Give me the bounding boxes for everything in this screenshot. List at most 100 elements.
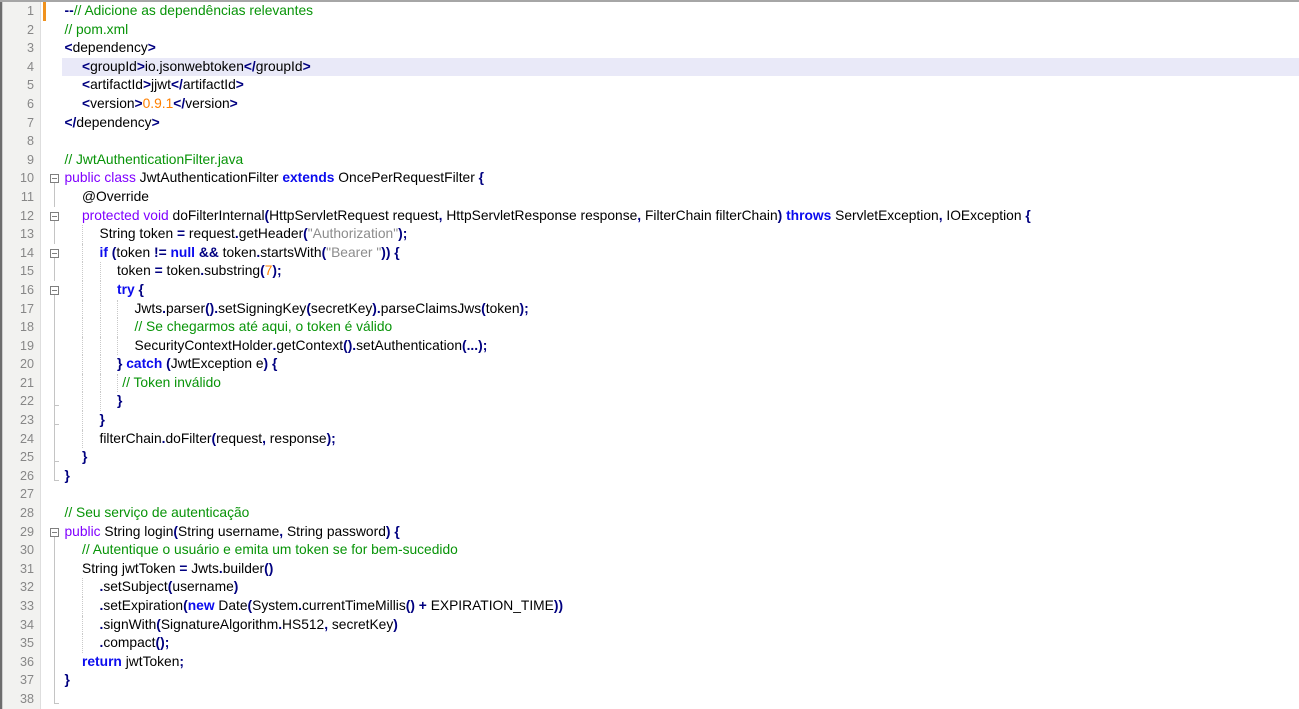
code-line[interactable]: 19 SecurityContextHolder.getContext().set… bbox=[3, 337, 1299, 356]
code-line-text[interactable]: filterChain.doFilter(request, response); bbox=[62, 430, 1299, 449]
line-number[interactable]: 3 bbox=[3, 39, 41, 58]
line-number[interactable]: 37 bbox=[3, 671, 41, 690]
code-line-text[interactable]: SecurityContextHolder.getContext().setAu… bbox=[62, 337, 1299, 356]
line-number[interactable]: 35 bbox=[3, 634, 41, 653]
line-number[interactable]: 23 bbox=[3, 411, 41, 430]
line-number[interactable]: 22 bbox=[3, 392, 41, 411]
line-number[interactable]: 2 bbox=[3, 21, 41, 40]
code-line-text[interactable]: <dependency> bbox=[62, 39, 1299, 58]
line-number[interactable]: 14 bbox=[3, 244, 41, 263]
code-line-text[interactable]: String jwtToken = Jwts.builder() bbox=[62, 560, 1299, 579]
code-line[interactable]: 30 // Autentique o usuário e emita um tok… bbox=[3, 541, 1299, 560]
line-number[interactable]: 24 bbox=[3, 430, 41, 449]
code-line-text[interactable]: --// Adicione as dependências relevantes bbox=[62, 2, 1299, 21]
line-number[interactable]: 17 bbox=[3, 300, 41, 319]
line-number[interactable]: 6 bbox=[3, 95, 41, 114]
line-number[interactable]: 1 bbox=[3, 2, 41, 21]
code-line[interactable]: 36return jwtToken; bbox=[3, 653, 1299, 672]
line-number[interactable]: 34 bbox=[3, 616, 41, 635]
code-line-text[interactable]: .signWith(SignatureAlgorithm.HS512, secr… bbox=[62, 616, 1299, 635]
line-number[interactable]: 38 bbox=[3, 690, 41, 709]
line-number[interactable]: 10 bbox=[3, 169, 41, 188]
line-number[interactable]: 31 bbox=[3, 560, 41, 579]
fold-collapse-icon[interactable] bbox=[50, 286, 59, 295]
code-line-text[interactable]: <groupId>io.jsonwebtoken</groupId> bbox=[62, 58, 1299, 77]
code-line-text[interactable]: try { bbox=[62, 281, 1299, 300]
code-line[interactable]: 21 // Token inválido bbox=[3, 374, 1299, 393]
code-line-text[interactable]: // JwtAuthenticationFilter.java bbox=[62, 151, 1299, 170]
code-line-text[interactable]: } bbox=[62, 671, 1299, 690]
line-number[interactable]: 25 bbox=[3, 448, 41, 467]
fold-collapse-icon[interactable] bbox=[50, 174, 59, 183]
code-line[interactable]: 15 token = token.substring(7); bbox=[3, 262, 1299, 281]
code-line-text[interactable]: // Autentique o usuário e emita um token… bbox=[62, 541, 1299, 560]
line-number[interactable]: 21 bbox=[3, 374, 41, 393]
code-line[interactable]: 1 --// Adicione as dependências relevante… bbox=[3, 2, 1299, 21]
line-number[interactable]: 11 bbox=[3, 188, 41, 207]
code-line[interactable]: 9 // JwtAuthenticationFilter.java bbox=[3, 151, 1299, 170]
code-line[interactable]: 11@Override bbox=[3, 188, 1299, 207]
code-line[interactable]: 8 bbox=[3, 132, 1299, 151]
code-line-text[interactable]: <artifactId>jjwt</artifactId> bbox=[62, 76, 1299, 95]
code-line[interactable]: 24 filterChain.doFilter(request, response… bbox=[3, 430, 1299, 449]
code-line[interactable]: 28// Seu serviço de autenticação bbox=[3, 504, 1299, 523]
code-line[interactable]: 18// Se chegarmos até aqui, o token é vá… bbox=[3, 318, 1299, 337]
code-line[interactable]: 3 <dependency> bbox=[3, 39, 1299, 58]
line-number[interactable]: 19 bbox=[3, 337, 41, 356]
code-line-text[interactable] bbox=[62, 132, 1299, 151]
code-line[interactable]: 23} bbox=[3, 411, 1299, 430]
line-number[interactable]: 9 bbox=[3, 151, 41, 170]
line-number[interactable]: 12 bbox=[3, 207, 41, 226]
line-number[interactable]: 27 bbox=[3, 485, 41, 504]
code-line[interactable]: 38 bbox=[3, 690, 1299, 709]
code-line[interactable]: 35 .compact(); bbox=[3, 634, 1299, 653]
code-line-text[interactable] bbox=[62, 690, 1299, 709]
code-line[interactable]: 2// pom.xml bbox=[3, 21, 1299, 40]
line-number[interactable]: 30 bbox=[3, 541, 41, 560]
code-line[interactable]: 33.setExpiration(new Date(System.current… bbox=[3, 597, 1299, 616]
line-number[interactable]: 13 bbox=[3, 225, 41, 244]
code-line[interactable]: 7 </dependency> bbox=[3, 114, 1299, 133]
code-line-text[interactable]: // Seu serviço de autenticação bbox=[62, 504, 1299, 523]
line-number[interactable]: 20 bbox=[3, 355, 41, 374]
code-line[interactable]: 29 public String login(String username, S… bbox=[3, 523, 1299, 542]
line-number[interactable]: 4 bbox=[3, 58, 41, 77]
code-line-text[interactable]: } bbox=[62, 411, 1299, 430]
code-line-text[interactable]: public String login(String username, Str… bbox=[62, 523, 1299, 542]
code-line[interactable]: 37} bbox=[3, 671, 1299, 690]
line-number[interactable]: 15 bbox=[3, 262, 41, 281]
code-line[interactable]: 6 <version>0.9.1</version> bbox=[3, 95, 1299, 114]
line-number[interactable]: 33 bbox=[3, 597, 41, 616]
code-line-text[interactable]: } catch (JwtException e) { bbox=[62, 355, 1299, 374]
code-line-text[interactable]: } bbox=[62, 392, 1299, 411]
fold-collapse-icon[interactable] bbox=[50, 528, 59, 537]
line-number[interactable]: 29 bbox=[3, 523, 41, 542]
fold-collapse-icon[interactable] bbox=[50, 249, 59, 258]
code-editor[interactable]: 1 --// Adicione as dependências relevante… bbox=[0, 0, 1299, 709]
code-line-text[interactable]: if (token != null && token.startsWith("B… bbox=[62, 244, 1299, 263]
code-line-text[interactable]: String token = request.getHeader("Author… bbox=[62, 225, 1299, 244]
code-line-text[interactable] bbox=[62, 485, 1299, 504]
code-line[interactable]: 31 String jwtToken = Jwts.builder() bbox=[3, 560, 1299, 579]
code-line[interactable]: 27 bbox=[3, 485, 1299, 504]
fold-collapse-icon[interactable] bbox=[50, 212, 59, 221]
code-line[interactable]: 16try { bbox=[3, 281, 1299, 300]
line-number[interactable]: 26 bbox=[3, 467, 41, 486]
code-line[interactable]: 25} bbox=[3, 448, 1299, 467]
line-number[interactable]: 32 bbox=[3, 578, 41, 597]
code-line[interactable]: 20 } catch (JwtException e) { bbox=[3, 355, 1299, 374]
code-line[interactable]: 4 <groupId>io.jsonwebtoken</groupId> bbox=[3, 58, 1299, 77]
code-line[interactable]: 10 public class JwtAuthenticationFilter e… bbox=[3, 169, 1299, 188]
code-line-text[interactable]: token = token.substring(7); bbox=[62, 262, 1299, 281]
code-line[interactable]: 13 String token = request.getHeader("Auth… bbox=[3, 225, 1299, 244]
line-number[interactable]: 36 bbox=[3, 653, 41, 672]
line-number[interactable]: 8 bbox=[3, 132, 41, 151]
code-line-text[interactable]: <version>0.9.1</version> bbox=[62, 95, 1299, 114]
code-line-text[interactable]: </dependency> bbox=[62, 114, 1299, 133]
code-line-text[interactable]: // Se chegarmos até aqui, o token é váli… bbox=[62, 318, 1299, 337]
code-line-text[interactable]: // Token inválido bbox=[62, 374, 1299, 393]
code-line-text[interactable]: .compact(); bbox=[62, 634, 1299, 653]
code-line-text[interactable]: } bbox=[62, 448, 1299, 467]
line-number[interactable]: 7 bbox=[3, 114, 41, 133]
code-line-text[interactable]: public class JwtAuthenticationFilter ext… bbox=[62, 169, 1299, 188]
